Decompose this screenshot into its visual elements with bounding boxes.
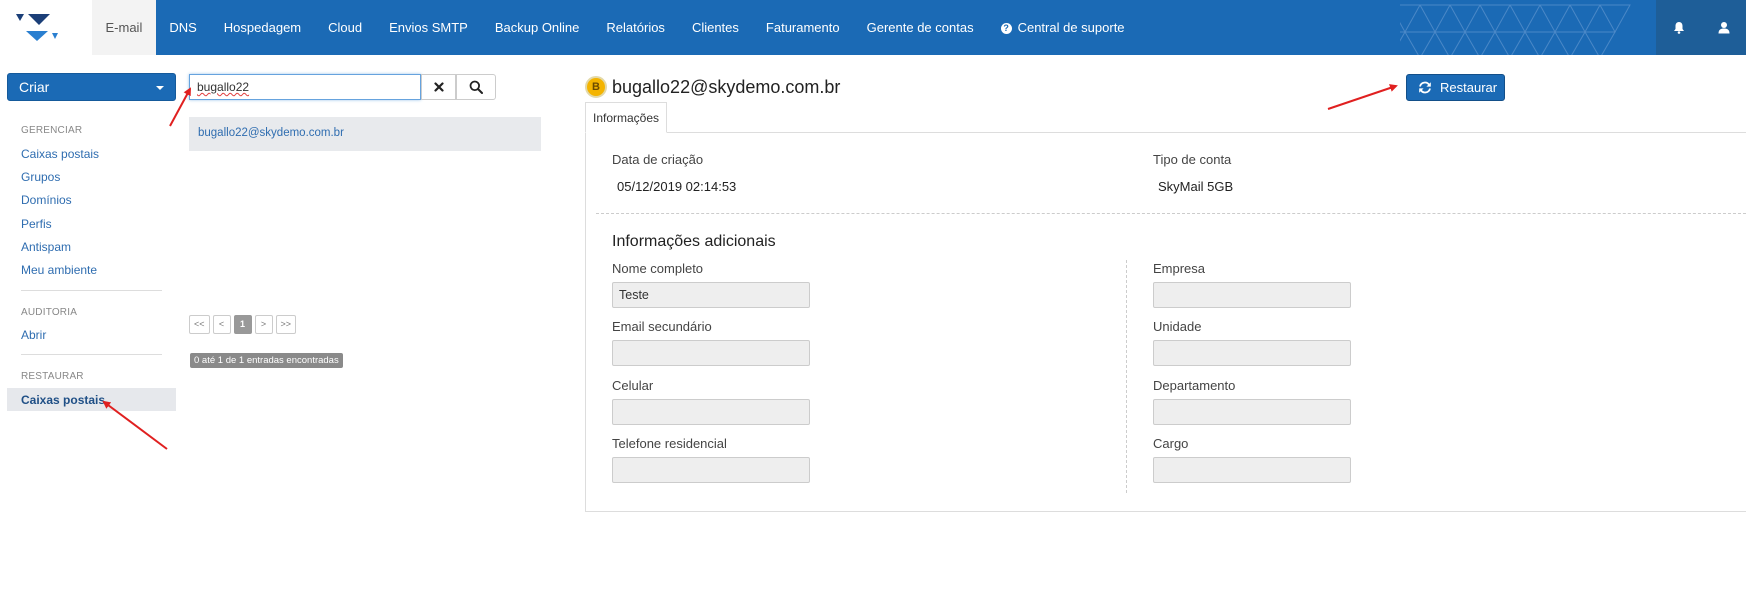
- nav-hospedagem[interactable]: Hospedagem: [210, 0, 314, 55]
- clear-search-button[interactable]: [421, 74, 456, 100]
- cargo-label: Cargo: [1153, 436, 1189, 451]
- caret-down-icon: [156, 86, 164, 90]
- nav-faturamento[interactable]: Faturamento: [752, 0, 853, 55]
- column-divider: [1126, 260, 1127, 493]
- email-secundario-label: Email secundário: [612, 319, 712, 334]
- sidebar-item-perfis[interactable]: Perfis: [21, 217, 52, 231]
- section-auditoria: AUDITORIA: [21, 307, 78, 318]
- account-type-label: Tipo de conta: [1153, 152, 1232, 167]
- sidebar-item-antispam[interactable]: Antispam: [21, 240, 71, 254]
- pager-last[interactable]: >>: [275, 315, 297, 334]
- logo[interactable]: [0, 0, 92, 55]
- nav-central-de-suporte[interactable]: ? Central de suporte: [987, 0, 1138, 55]
- account-type-value: SkyMail 5GB: [1158, 179, 1234, 194]
- sidebar-item-caixas-postais[interactable]: Caixas postais: [21, 147, 99, 161]
- creation-date-value: 05/12/2019 02:14:53: [617, 179, 737, 194]
- departamento-label: Departamento: [1153, 378, 1236, 393]
- restore-button-label: Restaurar: [1440, 80, 1498, 95]
- pager-prev[interactable]: <: [212, 315, 231, 334]
- logo-icon: [16, 14, 58, 41]
- entries-count-badge: 0 até 1 de 1 entradas encontradas: [190, 353, 343, 368]
- search-icon: [469, 80, 483, 94]
- section-gerenciar: GERENCIAR: [21, 125, 83, 136]
- nav-central-de-suporte-label: Central de suporte: [1017, 20, 1125, 35]
- section-restaurar: RESTAURAR: [21, 371, 84, 382]
- nav-envios-smtp[interactable]: Envios SMTP: [376, 0, 482, 55]
- unidade-label: Unidade: [1153, 319, 1202, 334]
- sidebar-item-abrir[interactable]: Abrir: [21, 328, 46, 342]
- bell-icon: [1673, 22, 1684, 34]
- celular-field[interactable]: [612, 399, 810, 425]
- unidade-field[interactable]: [1153, 340, 1351, 366]
- search-result-email: bugallo22@skydemo.com.br: [198, 127, 344, 139]
- telefone-residencial-field[interactable]: [612, 457, 810, 483]
- search-button[interactable]: [456, 74, 496, 100]
- nav-backup-online[interactable]: Backup Online: [481, 0, 593, 55]
- nome-completo-label: Nome completo: [612, 261, 704, 276]
- cargo-field[interactable]: [1153, 457, 1351, 483]
- tab-informacoes[interactable]: Informações: [585, 102, 667, 133]
- notifications-button[interactable]: [1656, 0, 1701, 55]
- celular-label: Celular: [612, 378, 654, 393]
- creation-date-label: Data de criação: [612, 152, 704, 167]
- pager-page-1[interactable]: 1: [233, 315, 252, 334]
- pager-next[interactable]: >: [254, 315, 273, 334]
- email-secundario-field[interactable]: [612, 340, 810, 366]
- search-input[interactable]: bugallo22: [189, 74, 421, 100]
- nome-completo-field[interactable]: Teste: [612, 282, 810, 308]
- criar-label: Criar: [19, 79, 50, 95]
- refresh-icon: [1419, 81, 1431, 94]
- departamento-field[interactable]: [1153, 399, 1351, 425]
- additional-info-title: Informações adicionais: [612, 233, 776, 250]
- restore-button[interactable]: Restaurar: [1406, 74, 1505, 101]
- sidebar-divider: [21, 290, 162, 291]
- pagination: << < 1 > >>: [189, 315, 297, 334]
- sidebar-item-restaurar-caixas-postais[interactable]: Caixas postais: [7, 388, 176, 411]
- telefone-residencial-label: Telefone residencial: [612, 436, 727, 451]
- annotation-arrow: [1327, 84, 1398, 110]
- user-menu-button[interactable]: [1701, 0, 1746, 55]
- nav-email[interactable]: E-mail: [92, 0, 156, 55]
- section-divider: [596, 213, 1746, 214]
- page-title: bugallo22@skydemo.com.br: [612, 77, 841, 97]
- decorative-pattern: [1400, 4, 1631, 55]
- sidebar-item-grupos[interactable]: Grupos: [21, 170, 60, 184]
- top-navbar: E-mail DNS Hospedagem Cloud Envios SMTP …: [0, 0, 1746, 55]
- nav-relatorios[interactable]: Relatórios: [593, 0, 679, 55]
- nav-clientes[interactable]: Clientes: [678, 0, 752, 55]
- search-result-row[interactable]: bugallo22@skydemo.com.br: [189, 117, 541, 151]
- empresa-field[interactable]: [1153, 282, 1351, 308]
- empresa-label: Empresa: [1153, 261, 1206, 276]
- nav-gerente-de-contas[interactable]: Gerente de contas: [853, 0, 987, 55]
- nav-dns[interactable]: DNS: [156, 0, 210, 55]
- search-input-value: bugallo22: [197, 80, 250, 94]
- help-icon: ?: [1000, 23, 1012, 34]
- sidebar-item-meu-ambiente[interactable]: Meu ambiente: [21, 263, 97, 277]
- sidebar-item-label: Caixas postais: [21, 393, 106, 407]
- close-icon: [433, 82, 444, 92]
- pager-first[interactable]: <<: [189, 315, 210, 334]
- user-icon: [1718, 22, 1729, 34]
- criar-dropdown-button[interactable]: Criar: [7, 73, 176, 101]
- sidebar-divider: [21, 354, 162, 355]
- nav-cloud[interactable]: Cloud: [315, 0, 376, 55]
- avatar: B: [585, 76, 607, 98]
- tab-divider: [585, 132, 1746, 133]
- main-nav: E-mail DNS Hospedagem Cloud Envios SMTP …: [92, 0, 1138, 55]
- sidebar-item-dominios[interactable]: Domínios: [21, 193, 72, 207]
